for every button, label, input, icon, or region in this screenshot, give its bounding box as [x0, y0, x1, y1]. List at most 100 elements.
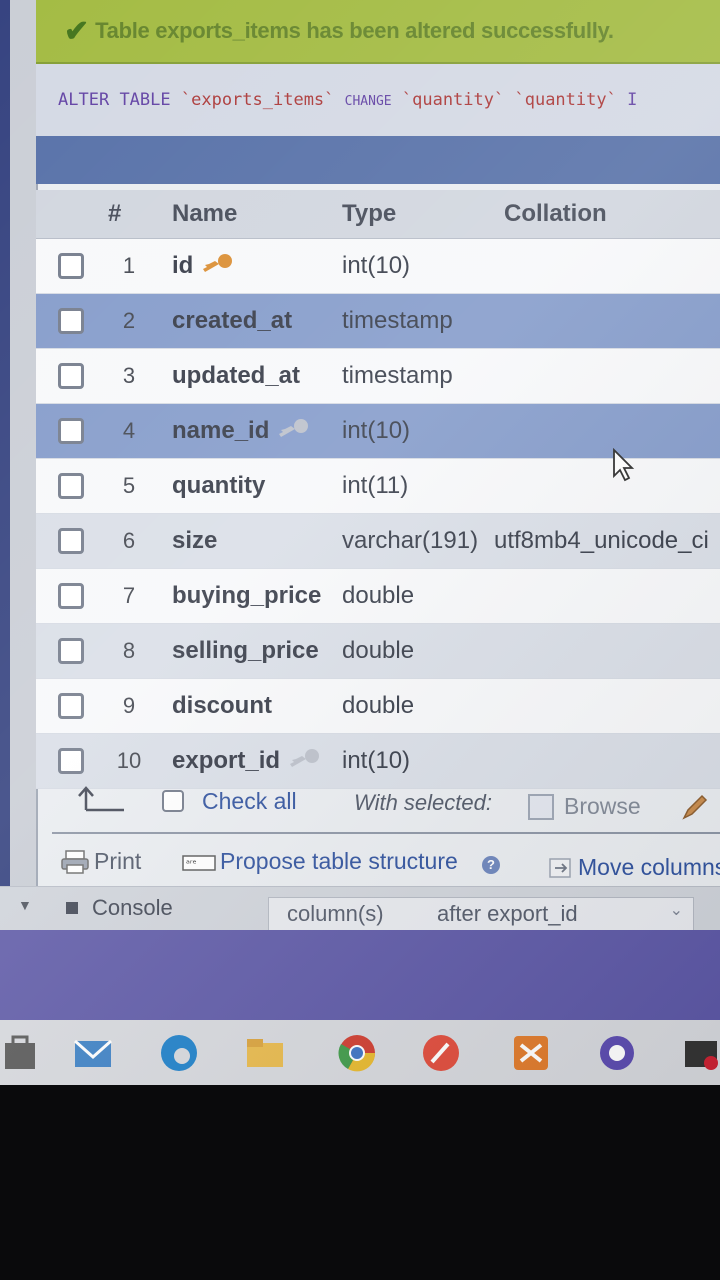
column-name[interactable]: export_id [172, 747, 320, 776]
table-row[interactable]: 1 id int(10) [36, 239, 720, 294]
svg-text:ᵃʳᵉ: ᵃʳᵉ [186, 859, 197, 870]
row-checkbox[interactable] [58, 308, 84, 334]
row-number: 2 [122, 308, 136, 333]
store-icon[interactable] [0, 1032, 42, 1074]
sql-query-box: ALTER TABLE `exports_items` CHANGE `quan… [36, 64, 720, 136]
column-type: timestamp [342, 362, 453, 389]
console-bar: ▼ Console column(s) after export_id ⌄ [0, 886, 720, 931]
print-link[interactable]: Print [60, 848, 141, 875]
success-notification: ✔ Table exports_items has been altered s… [36, 0, 720, 64]
row-checkbox[interactable] [58, 253, 84, 279]
row-number: 5 [122, 473, 136, 498]
browse-button[interactable]: Browse [564, 793, 641, 820]
key-icon [201, 252, 233, 281]
success-message: Table exports_items has been altered suc… [95, 18, 614, 43]
move-columns-icon [549, 857, 571, 878]
add-column-position-select[interactable]: column(s) after export_id ⌄ [268, 897, 694, 931]
propose-structure-link[interactable]: ᵃʳᵉ Propose table structure [182, 848, 458, 875]
column-name[interactable]: name_id [172, 417, 309, 446]
app-icon[interactable] [420, 1032, 462, 1074]
table-row[interactable]: 3 updated_at timestamp [36, 349, 720, 404]
row-checkbox[interactable] [58, 528, 84, 554]
row-checkbox[interactable] [58, 363, 84, 389]
row-number: 6 [122, 528, 136, 553]
column-name[interactable]: selling_price [172, 637, 319, 665]
column-type: double [342, 692, 415, 719]
column-type: timestamp [342, 307, 453, 334]
row-number: 3 [122, 363, 136, 388]
sql-query: ALTER TABLE `exports_items` CHANGE `quan… [58, 90, 638, 110]
column-name[interactable]: id [172, 252, 233, 281]
column-type: double [342, 582, 415, 609]
check-all-link[interactable]: Check all [202, 788, 297, 815]
structure-footer-links: Print ᵃʳᵉ Propose table structure ? Move… [36, 840, 720, 886]
row-number: 7 [122, 583, 136, 608]
row-number: 1 [122, 253, 136, 278]
screen: ✔ Table exports_items has been altered s… [0, 0, 720, 1085]
check-all-checkbox[interactable] [162, 790, 184, 812]
structure-toolbar-band [36, 136, 720, 184]
row-checkbox[interactable] [58, 693, 84, 719]
with-selected-label: With selected: [354, 790, 492, 815]
column-name[interactable]: discount [172, 692, 272, 720]
row-number: 10 [116, 748, 142, 773]
structure-table: # Name Type Collation 1 id int(10) 2 created… [36, 190, 720, 789]
column-type: varchar(191) [342, 527, 479, 554]
table-header: # Name Type Collation [36, 190, 720, 239]
desktop-background [0, 930, 720, 1020]
row-checkbox[interactable] [58, 418, 84, 444]
key-icon [288, 747, 320, 776]
console-toggle[interactable]: Console [66, 895, 173, 921]
key-icon [277, 417, 309, 446]
change-pencil-icon[interactable] [680, 792, 710, 827]
mouse-cursor-icon [612, 447, 636, 487]
column-name[interactable]: created_at [172, 307, 292, 335]
collapse-arrow-icon[interactable]: ▼ [18, 897, 32, 913]
column-name[interactable]: size [172, 527, 217, 555]
console-icon [66, 902, 78, 914]
column-name[interactable]: buying_price [172, 582, 321, 610]
table-row[interactable]: 9 discount double [36, 679, 720, 734]
extra-icon[interactable] [680, 1032, 720, 1074]
xampp-icon[interactable] [510, 1032, 552, 1074]
header-collation[interactable]: Collation [504, 200, 607, 228]
taskbar [0, 1020, 720, 1085]
header-num[interactable]: # [108, 200, 121, 228]
help-icon[interactable]: ? [482, 856, 500, 874]
selection-actions: Check all With selected: Browse [36, 778, 720, 826]
edge-icon[interactable] [158, 1032, 200, 1074]
chevron-down-icon: ⌄ [669, 902, 683, 919]
select-arrow-icon [72, 784, 128, 819]
column-type: int(10) [342, 747, 411, 774]
column-type: int(10) [342, 417, 411, 444]
table-row[interactable]: 8 selling_price double [36, 624, 720, 679]
header-type[interactable]: Type [342, 200, 396, 228]
table-row[interactable]: 2 created_at timestamp [36, 294, 720, 349]
move-columns-link[interactable]: Move columns [548, 854, 720, 881]
browse-icon[interactable] [528, 794, 554, 820]
column-type: int(10) [342, 252, 411, 279]
row-number: 9 [122, 693, 136, 718]
check-icon: ✔ [64, 14, 90, 48]
column-collation: utf8mb4_unicode_ci [494, 527, 709, 554]
mail-icon[interactable] [72, 1032, 114, 1074]
column-type: int(11) [342, 472, 409, 499]
row-number: 8 [122, 638, 136, 663]
left-panel-edge [0, 0, 38, 915]
printer-icon [61, 849, 89, 874]
column-name[interactable]: quantity [172, 472, 265, 500]
row-checkbox[interactable] [58, 473, 84, 499]
chrome-icon[interactable] [336, 1032, 378, 1074]
table-row[interactable]: 6 size varchar(191) utf8mb4_unicode_ci [36, 514, 720, 569]
file-explorer-icon[interactable] [244, 1032, 286, 1074]
table-row[interactable]: 7 buying_price double [36, 569, 720, 624]
header-name[interactable]: Name [172, 200, 237, 228]
propose-table-icon: ᵃʳᵉ [182, 854, 216, 871]
row-checkbox[interactable] [58, 583, 84, 609]
row-checkbox[interactable] [58, 638, 84, 664]
row-checkbox[interactable] [58, 748, 84, 774]
github-icon[interactable] [596, 1032, 638, 1074]
column-name[interactable]: updated_at [172, 362, 300, 390]
position-value: after export_id [437, 901, 578, 926]
columns-label: column(s) [287, 901, 384, 926]
